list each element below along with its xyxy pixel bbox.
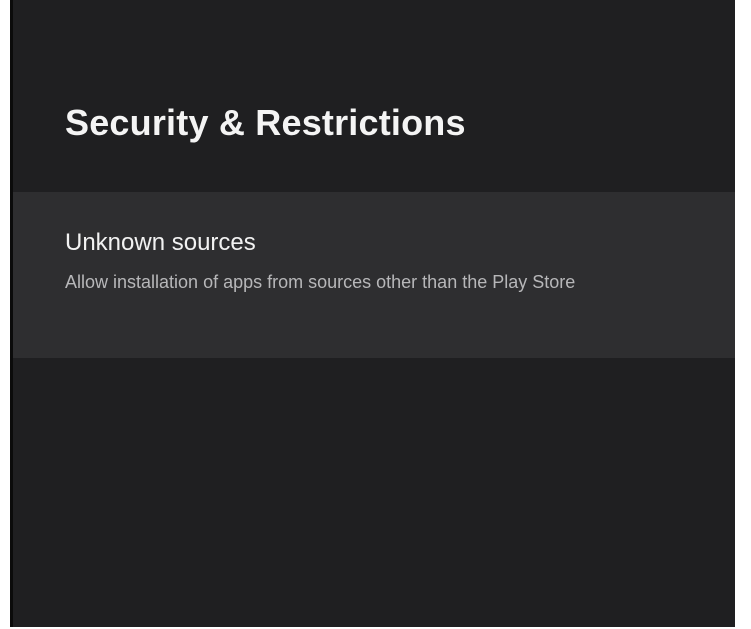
setting-item-title: Unknown sources (65, 229, 256, 256)
page-title: Security & Restrictions (65, 102, 466, 143)
setting-item-unknown-sources[interactable]: Unknown sources Allow installation of ap… (13, 192, 735, 358)
settings-header: Security & Restrictions (13, 0, 735, 190)
setting-item-summary: Allow installation of apps from sources … (65, 272, 576, 292)
tv-settings-screen: Security & Restrictions Unknown sources … (10, 0, 735, 627)
settings-list: Unknown sources Allow installation of ap… (13, 192, 735, 358)
